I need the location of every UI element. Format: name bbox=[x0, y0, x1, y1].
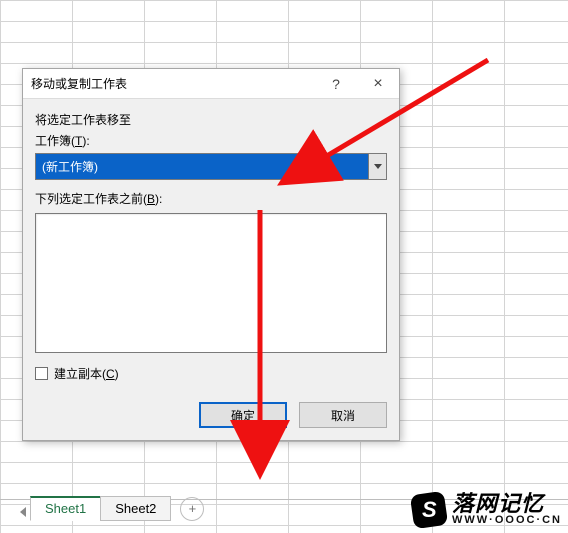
dialog-buttons: 确定 取消 bbox=[35, 402, 387, 428]
create-copy-label: 建立副本(C) bbox=[54, 365, 119, 382]
close-icon: × bbox=[373, 75, 382, 93]
sheet-tabs: Sheet1 Sheet2 + bbox=[30, 496, 204, 521]
plus-icon: + bbox=[189, 501, 197, 516]
create-copy-row[interactable]: 建立副本(C) bbox=[35, 365, 387, 382]
move-copy-dialog: 移动或复制工作表 ? × 将选定工作表移至 工作簿(T): (新工作簿) 下列选… bbox=[22, 68, 400, 441]
move-to-label: 将选定工作表移至 bbox=[35, 111, 387, 128]
help-button[interactable]: ? bbox=[315, 69, 357, 99]
close-button[interactable]: × bbox=[357, 69, 399, 99]
workbook-label: 工作簿(T): bbox=[35, 132, 387, 149]
workbook-combobox[interactable]: (新工作簿) bbox=[35, 153, 387, 180]
create-copy-checkbox[interactable] bbox=[35, 367, 48, 380]
dialog-content: 将选定工作表移至 工作簿(T): (新工作簿) 下列选定工作表之前(B): 建立… bbox=[23, 99, 399, 440]
chevron-down-icon bbox=[374, 164, 382, 169]
combobox-dropdown-button[interactable] bbox=[368, 154, 386, 179]
add-sheet-button[interactable]: + bbox=[180, 497, 204, 521]
help-icon: ? bbox=[332, 76, 340, 92]
sheet-tab-sheet2[interactable]: Sheet2 bbox=[100, 496, 171, 521]
tabbar-nav-prev-icon[interactable] bbox=[20, 507, 26, 517]
ok-button[interactable]: 确定 bbox=[199, 402, 287, 428]
before-sheet-listbox[interactable] bbox=[35, 213, 387, 353]
title-bar: 移动或复制工作表 ? × bbox=[23, 69, 399, 99]
dialog-title: 移动或复制工作表 bbox=[23, 75, 315, 92]
before-sheet-label: 下列选定工作表之前(B): bbox=[35, 190, 387, 207]
sheet-tab-sheet1[interactable]: Sheet1 bbox=[30, 496, 101, 521]
cancel-button[interactable]: 取消 bbox=[299, 402, 387, 428]
workbook-selected: (新工作簿) bbox=[36, 154, 368, 179]
